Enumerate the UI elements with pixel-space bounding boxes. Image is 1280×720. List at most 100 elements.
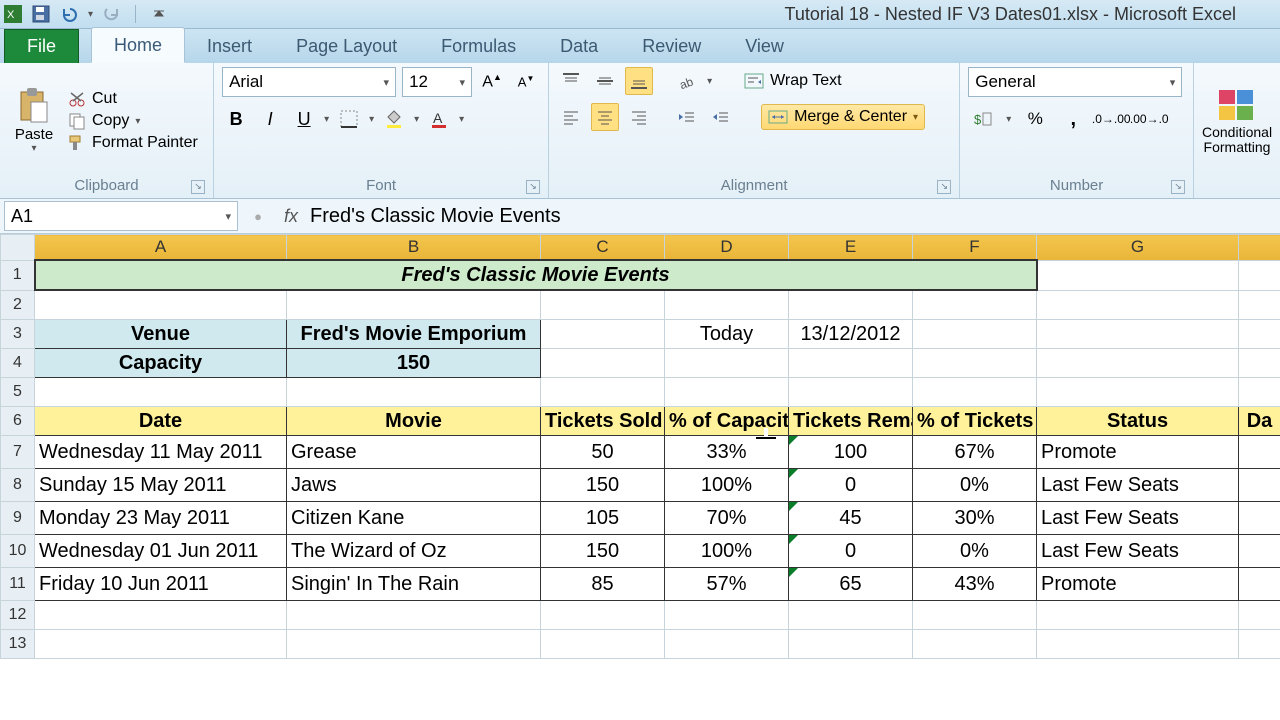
number-format-combo[interactable]: General ▾ — [968, 67, 1182, 97]
cell-date[interactable]: Wednesday 11 May 2011 — [35, 436, 287, 469]
hdr-remain[interactable]: Tickets Remaining — [789, 407, 913, 436]
row-header[interactable]: 5 — [1, 378, 35, 407]
cell-status[interactable]: Last Few Seats — [1037, 469, 1239, 502]
save-icon[interactable] — [32, 5, 50, 23]
increase-indent-button[interactable] — [707, 103, 735, 131]
cell[interactable] — [1037, 630, 1239, 659]
cell[interactable] — [541, 601, 665, 630]
cell[interactable] — [789, 290, 913, 320]
cell[interactable] — [789, 630, 913, 659]
cell[interactable] — [35, 290, 287, 320]
hdr-date[interactable]: Date — [35, 407, 287, 436]
cell[interactable] — [913, 320, 1037, 349]
col-header-E[interactable]: E — [789, 235, 913, 261]
cell[interactable] — [913, 630, 1037, 659]
cell[interactable] — [541, 320, 665, 349]
align-center-button[interactable] — [591, 103, 619, 131]
cell-sold[interactable]: 85 — [541, 568, 665, 601]
cell[interactable] — [541, 349, 665, 378]
cell[interactable] — [35, 378, 287, 407]
font-launcher-icon[interactable]: ↘ — [526, 180, 540, 194]
merge-caret-icon[interactable]: ▾ — [913, 112, 918, 123]
cell[interactable] — [913, 290, 1037, 320]
cell-pct-cap[interactable]: 100% — [665, 535, 789, 568]
cell[interactable] — [1037, 260, 1239, 290]
col-header-A[interactable]: A — [35, 235, 287, 261]
formula-bar[interactable]: Fred's Classic Movie Events — [304, 205, 561, 228]
row-header[interactable]: 8 — [1, 469, 35, 502]
undo-icon[interactable] — [60, 5, 78, 23]
cut-button[interactable]: Cut — [68, 90, 198, 108]
cell[interactable] — [35, 630, 287, 659]
col-header-G[interactable]: G — [1037, 235, 1239, 261]
font-name-combo[interactable]: Arial ▾ — [222, 67, 396, 97]
cell[interactable] — [789, 378, 913, 407]
cell-movie[interactable]: Singin' In The Rain — [287, 568, 541, 601]
cell[interactable] — [1239, 436, 1280, 469]
cell[interactable] — [1239, 469, 1280, 502]
cell[interactable] — [541, 290, 665, 320]
cell-movie[interactable]: Jaws — [287, 469, 541, 502]
qat-customize-icon[interactable] — [150, 5, 168, 23]
cell-status[interactable]: Promote — [1037, 436, 1239, 469]
tab-view[interactable]: View — [723, 29, 806, 63]
cell-movie[interactable]: Citizen Kane — [287, 502, 541, 535]
copy-caret-icon[interactable]: ▾ — [135, 116, 140, 127]
name-box[interactable]: A1 ▾ — [4, 201, 238, 231]
cell-capacity-value[interactable]: 150 — [287, 349, 541, 378]
cell[interactable] — [287, 630, 541, 659]
format-painter-button[interactable]: Format Painter — [68, 134, 198, 152]
hdr-extra[interactable]: Da — [1239, 407, 1280, 436]
cell-pct-sell[interactable]: 67% — [913, 436, 1037, 469]
cell-date[interactable]: Sunday 15 May 2011 — [35, 469, 287, 502]
cell[interactable] — [913, 378, 1037, 407]
file-tab[interactable]: File — [4, 29, 79, 63]
tab-home[interactable]: Home — [91, 27, 185, 63]
row-header[interactable]: 13 — [1, 630, 35, 659]
fill-color-button[interactable] — [380, 105, 408, 133]
align-right-button[interactable] — [625, 103, 653, 131]
cell[interactable] — [665, 349, 789, 378]
cell-capacity-label[interactable]: Capacity — [35, 349, 287, 378]
row-header[interactable]: 1 — [1, 260, 35, 290]
cell-movie[interactable]: Grease — [287, 436, 541, 469]
hdr-movie[interactable]: Movie — [287, 407, 541, 436]
tab-insert[interactable]: Insert — [185, 29, 274, 63]
merge-center-button[interactable]: Merge & Center ▾ — [761, 104, 925, 130]
cell-pct-cap[interactable]: 70% — [665, 502, 789, 535]
cell-remain[interactable]: 65 — [789, 568, 913, 601]
cell[interactable] — [541, 630, 665, 659]
cell[interactable] — [1239, 260, 1280, 290]
cell[interactable] — [665, 630, 789, 659]
cell[interactable] — [913, 349, 1037, 378]
comma-button[interactable]: , — [1059, 105, 1087, 133]
decrease-indent-button[interactable] — [673, 103, 701, 131]
accounting-format-button[interactable]: $ — [968, 105, 996, 133]
cell[interactable] — [1239, 535, 1280, 568]
row-header[interactable]: 10 — [1, 535, 35, 568]
cell-sold[interactable]: 50 — [541, 436, 665, 469]
cell-venue-label[interactable]: Venue — [35, 320, 287, 349]
cell-date[interactable]: Monday 23 May 2011 — [35, 502, 287, 535]
fx-icon[interactable]: fx — [278, 206, 304, 227]
cell[interactable] — [287, 601, 541, 630]
cell-remain[interactable]: 45 — [789, 502, 913, 535]
cell[interactable] — [1037, 320, 1239, 349]
align-left-button[interactable] — [557, 103, 585, 131]
borders-caret-icon[interactable]: ▾ — [369, 114, 374, 125]
cell[interactable] — [789, 601, 913, 630]
cell[interactable] — [913, 601, 1037, 630]
percent-button[interactable]: % — [1021, 105, 1049, 133]
paste-button[interactable]: Paste ▾ — [8, 88, 60, 154]
cell[interactable] — [789, 349, 913, 378]
borders-button[interactable] — [335, 105, 363, 133]
orientation-button[interactable]: ab — [673, 67, 701, 95]
redo-icon[interactable] — [103, 5, 121, 23]
cell-venue-value[interactable]: Fred's Movie Emporium — [287, 320, 541, 349]
cell-date[interactable]: Friday 10 Jun 2011 — [35, 568, 287, 601]
cell[interactable] — [1239, 320, 1280, 349]
decrease-decimal-button[interactable]: .00→.0 — [1135, 105, 1163, 133]
cell-movie[interactable]: The Wizard of Oz — [287, 535, 541, 568]
cell-sold[interactable]: 150 — [541, 535, 665, 568]
conditional-formatting-button[interactable]: Conditional Formatting — [1202, 87, 1272, 156]
